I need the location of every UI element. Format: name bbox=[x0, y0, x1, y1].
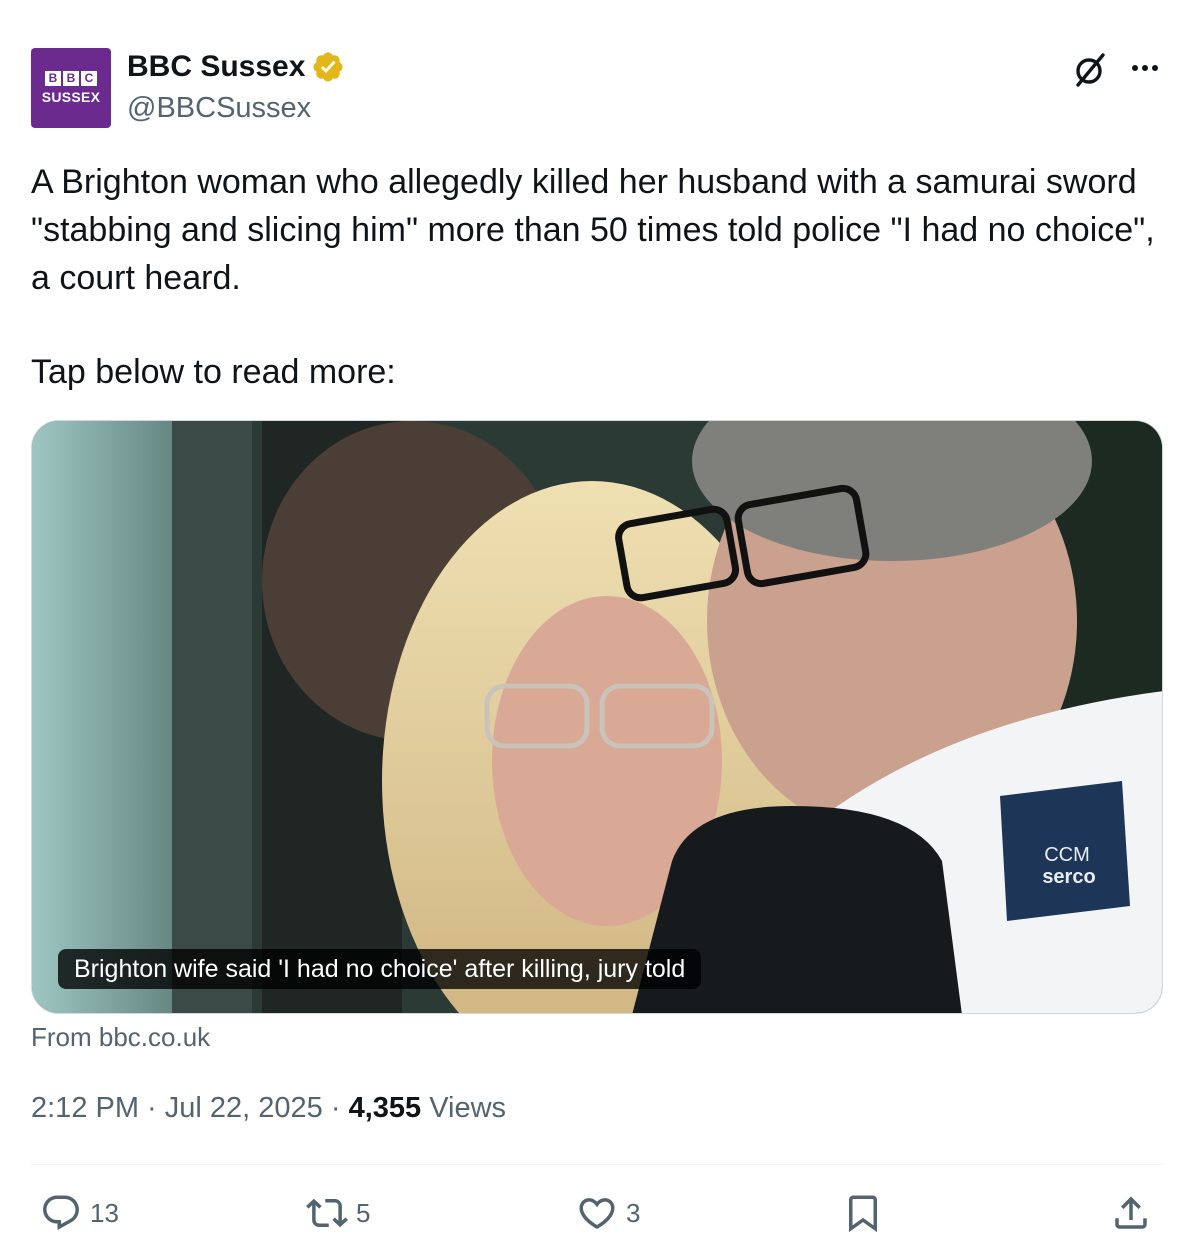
divider bbox=[31, 1164, 1163, 1165]
repost-icon bbox=[306, 1198, 348, 1228]
bookmark-button[interactable] bbox=[842, 1190, 884, 1236]
card-source[interactable]: From bbc.co.uk bbox=[31, 1022, 210, 1053]
bookmark-icon bbox=[849, 1195, 877, 1233]
views-label: Views bbox=[421, 1092, 507, 1124]
repost-button[interactable]: 5 bbox=[306, 1190, 370, 1236]
verified-badge-icon bbox=[313, 52, 343, 82]
reply-icon bbox=[43, 1195, 79, 1230]
repost-count: 5 bbox=[356, 1197, 371, 1228]
views-count: 4,355 bbox=[348, 1092, 422, 1124]
badge-ccm: CCM bbox=[1044, 844, 1090, 866]
like-button[interactable]: 3 bbox=[576, 1190, 640, 1236]
reply-count: 13 bbox=[90, 1197, 119, 1228]
tweet-time[interactable]: 2:12 PM bbox=[31, 1092, 139, 1124]
card-headline: Brighton wife said 'I had no choice' aft… bbox=[58, 949, 702, 989]
reply-button[interactable]: 13 bbox=[40, 1190, 119, 1236]
like-count: 3 bbox=[626, 1197, 641, 1228]
grok-icon[interactable] bbox=[1070, 50, 1110, 90]
meta-separator: · bbox=[322, 1092, 349, 1124]
bbc-logo: BBC bbox=[45, 71, 97, 86]
tweet-text-cta: Tap below to read more: bbox=[31, 353, 396, 391]
badge-serco: serco bbox=[1042, 866, 1095, 888]
handle[interactable]: @BBCSussex bbox=[127, 92, 311, 125]
tweet: BBC SUSSEX BBC Sussex @BBCSussex A Brigh… bbox=[0, 0, 1196, 1260]
avatar-label: SUSSEX bbox=[41, 89, 101, 105]
tweet-meta: 2:12 PM · Jul 22, 2025 · 4,355 Views bbox=[31, 1092, 506, 1125]
share-icon bbox=[1115, 1196, 1147, 1229]
link-card[interactable]: CCM serco Brighton wife said 'I had no c… bbox=[31, 420, 1163, 1014]
more-icon[interactable] bbox=[1125, 52, 1165, 88]
share-button[interactable] bbox=[1110, 1190, 1152, 1236]
meta-separator: · bbox=[139, 1092, 165, 1124]
display-name[interactable]: BBC Sussex bbox=[127, 50, 305, 84]
heart-icon bbox=[579, 1198, 615, 1230]
tweet-text: A Brighton woman who allegedly killed he… bbox=[31, 163, 1155, 297]
card-image: CCM serco bbox=[32, 421, 1162, 1013]
avatar[interactable]: BBC SUSSEX bbox=[31, 48, 111, 128]
tweet-date[interactable]: Jul 22, 2025 bbox=[165, 1092, 323, 1124]
author-name-row: BBC Sussex bbox=[127, 50, 345, 84]
